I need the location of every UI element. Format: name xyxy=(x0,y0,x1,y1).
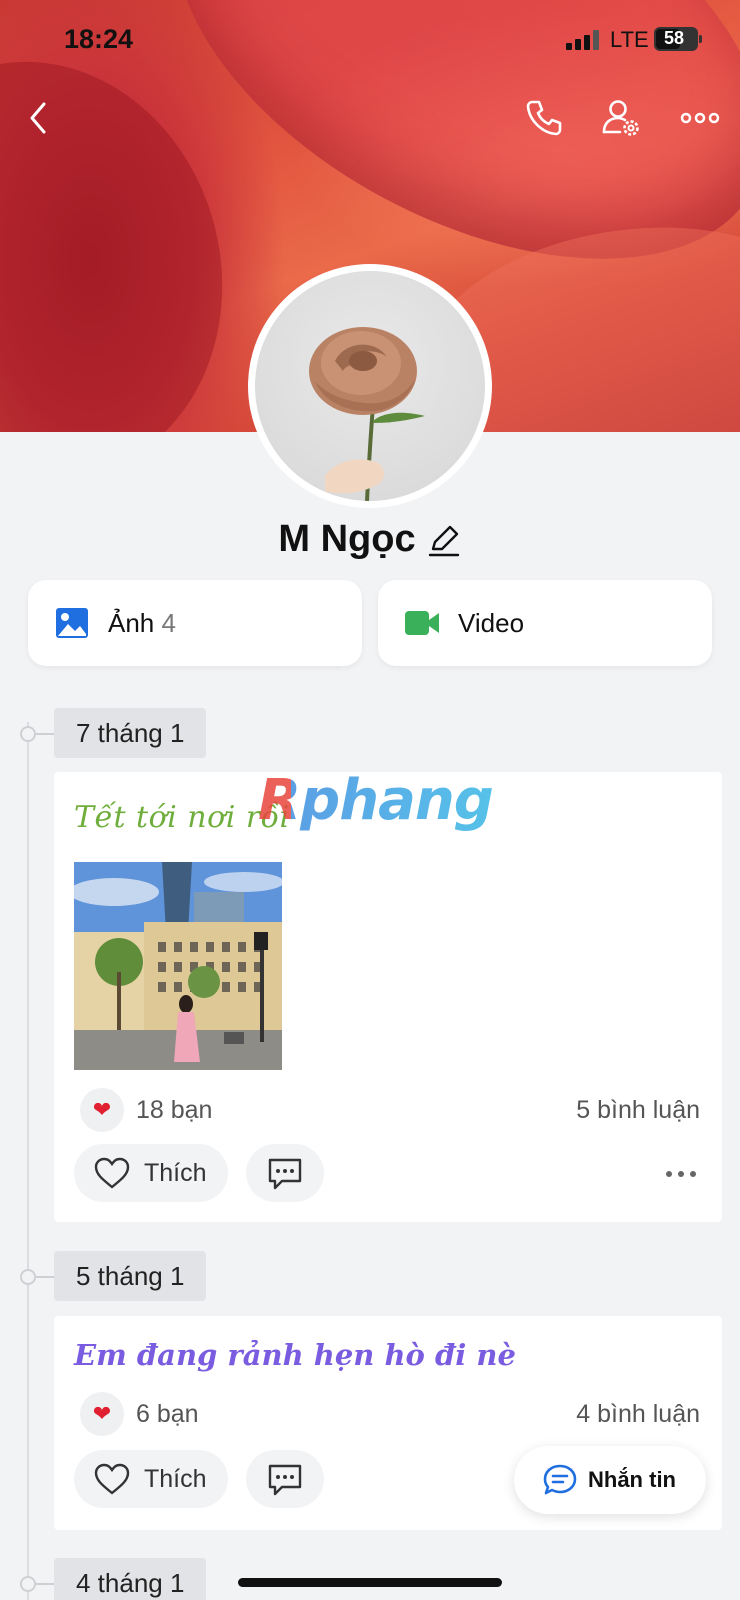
message-button[interactable]: Nhắn tin xyxy=(514,1446,706,1514)
photos-count: 4 xyxy=(161,608,176,638)
post-more-icon[interactable] xyxy=(664,1168,698,1180)
timeline-tick xyxy=(36,1276,54,1278)
battery-icon: 58 xyxy=(654,27,702,51)
like-button[interactable]: Thích xyxy=(74,1144,228,1202)
reaction-row: ❤ 18 bạn 5 bình luận xyxy=(80,1088,700,1132)
cover-petal xyxy=(0,20,269,432)
timeline-line xyxy=(27,722,29,1600)
timeline-dot xyxy=(20,1576,36,1592)
rose-image xyxy=(309,327,425,501)
comment-button[interactable] xyxy=(246,1450,324,1508)
post-card[interactable]: Tết tới nơi rồi ❤ 18 bạn 5 bình luận Thí… xyxy=(54,772,722,1222)
heart-outline-icon xyxy=(94,1463,130,1495)
phone-icon xyxy=(526,100,562,136)
chat-bubble-icon xyxy=(543,1464,577,1495)
reaction-row: ❤ 6 bạn 4 bình luận xyxy=(80,1392,700,1436)
video-button[interactable]: Video xyxy=(378,580,712,666)
heart-outline-icon xyxy=(94,1157,130,1189)
photos-button[interactable]: Ảnh 4 xyxy=(28,580,362,666)
heart-reaction-icon[interactable]: ❤ xyxy=(80,1088,124,1132)
video-camera-icon xyxy=(405,611,439,635)
image-icon xyxy=(56,608,88,638)
heart-reaction-icon[interactable]: ❤ xyxy=(80,1392,124,1436)
comment-icon xyxy=(268,1158,302,1190)
comment-button[interactable] xyxy=(246,1144,324,1202)
profile-settings-button[interactable] xyxy=(598,94,646,142)
comment-count[interactable]: 5 bình luận xyxy=(576,1096,700,1125)
edit-name-button[interactable] xyxy=(426,522,462,558)
signal-icon xyxy=(566,30,600,50)
timeline-tick xyxy=(36,1583,54,1585)
post-date: 5 tháng 1 xyxy=(54,1251,207,1301)
like-button[interactable]: Thích xyxy=(74,1450,228,1508)
call-button[interactable] xyxy=(520,94,568,142)
message-label: Nhắn tin xyxy=(588,1467,676,1492)
timeline-dot xyxy=(20,726,36,742)
comment-icon xyxy=(268,1464,302,1496)
timeline-tick xyxy=(36,733,54,735)
post-caption: Em đang rảnh hẹn hò đi nè xyxy=(74,1338,516,1372)
back-button[interactable] xyxy=(16,94,64,142)
status-time: 18:24 xyxy=(64,24,134,54)
status-bar: 18:24 LTE 58 xyxy=(0,0,740,80)
home-indicator[interactable] xyxy=(238,1578,502,1587)
reaction-count[interactable]: 6 bạn xyxy=(136,1400,199,1429)
like-label: Thích xyxy=(144,1465,207,1493)
post-date: 4 tháng 1 xyxy=(54,1558,207,1600)
profile-name: M Ngọc xyxy=(278,518,416,560)
network-label: LTE xyxy=(610,27,649,52)
post-date: 7 tháng 1 xyxy=(54,708,207,758)
photos-label: Ảnh xyxy=(108,608,155,638)
profile-name-row: M Ngọc xyxy=(0,518,740,568)
post-photo[interactable] xyxy=(74,862,282,1070)
pencil-icon xyxy=(428,525,459,556)
more-options-button[interactable] xyxy=(676,94,724,142)
comment-count[interactable]: 4 bình luận xyxy=(576,1400,700,1429)
watermark-logo: Rphang xyxy=(258,768,494,833)
user-gear-icon xyxy=(602,100,639,136)
more-horizontal-icon xyxy=(680,112,720,124)
battery-level: 58 xyxy=(663,28,685,48)
like-label: Thích xyxy=(144,1159,207,1187)
avatar[interactable] xyxy=(248,264,492,508)
chevron-left-icon xyxy=(30,102,46,134)
timeline-dot xyxy=(20,1269,36,1285)
video-label: Video xyxy=(458,608,525,638)
street-photo xyxy=(74,862,282,1070)
reaction-count[interactable]: 18 bạn xyxy=(136,1096,212,1125)
